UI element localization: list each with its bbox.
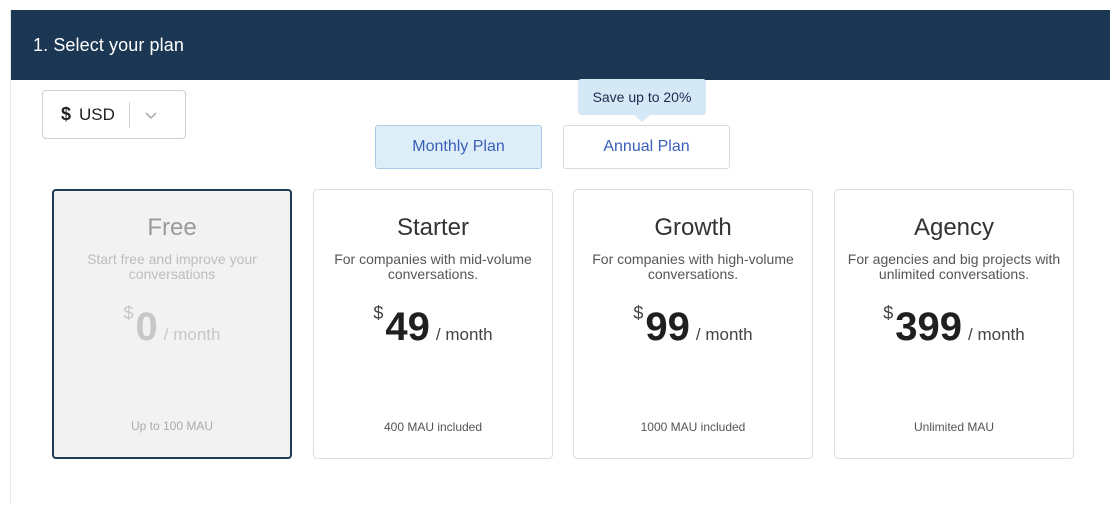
plan-price: $ 0 / month: [54, 303, 290, 347]
plan-footer: 1000 MAU included: [640, 420, 746, 434]
price-amount: 399: [895, 305, 963, 349]
plan-price: $ 49 / month: [314, 303, 552, 347]
plan-card-starter[interactable]: Starter For companies with mid-volume co…: [313, 189, 553, 459]
plan-description: Start free and improve your conversation…: [87, 251, 257, 282]
plan-description: For companies with high-volume conversat…: [592, 251, 794, 282]
save-badge: Save up to 20%: [578, 79, 706, 122]
price-period: / month: [163, 325, 221, 344]
currency-code: USD: [79, 104, 115, 124]
plan-card-growth[interactable]: Growth For companies with high-volume co…: [573, 189, 813, 459]
plan-description: For companies with mid-volume conversati…: [334, 251, 532, 282]
plan-footer: Unlimited MAU: [913, 420, 994, 434]
plan-description: For agencies and big projects with unlim…: [847, 251, 1061, 282]
section-title: 1. Select your plan: [33, 34, 184, 55]
price-period: / month: [968, 325, 1025, 344]
plan-footer: 400 MAU included: [383, 420, 483, 434]
chevron-down-icon[interactable]: [142, 106, 160, 124]
price-currency: $: [123, 303, 134, 323]
currency-divider: [128, 101, 130, 128]
currency-symbol: $: [61, 104, 72, 124]
plan-name: Growth: [654, 214, 732, 241]
price-currency: $: [633, 303, 644, 323]
annual-plan-toggle[interactable]: Annual Plan: [563, 125, 730, 169]
plan-price: $ 99 / month: [574, 303, 812, 347]
plan-price: $ 399 / month: [835, 303, 1073, 347]
plan-name: Starter: [396, 214, 470, 241]
section-header: 1. Select your plan: [11, 10, 1110, 80]
monthly-plan-toggle[interactable]: Monthly Plan: [375, 125, 542, 169]
price-amount: 99: [645, 305, 690, 349]
price-period: / month: [695, 325, 753, 344]
plan-name: Agency: [913, 214, 995, 241]
currency-select[interactable]: $ USD: [42, 90, 186, 139]
plan-card-agency[interactable]: Agency For agencies and big projects wit…: [834, 189, 1074, 459]
price-currency: $: [373, 303, 384, 323]
plan-name: Free: [147, 214, 197, 241]
plan-card-free[interactable]: Free Start free and improve your convers…: [52, 189, 292, 459]
price-amount: 49: [385, 305, 430, 349]
price-period: / month: [435, 325, 493, 344]
price-amount: 0: [135, 305, 158, 349]
plan-footer: Up to 100 MAU: [130, 419, 214, 433]
price-currency: $: [883, 303, 894, 323]
